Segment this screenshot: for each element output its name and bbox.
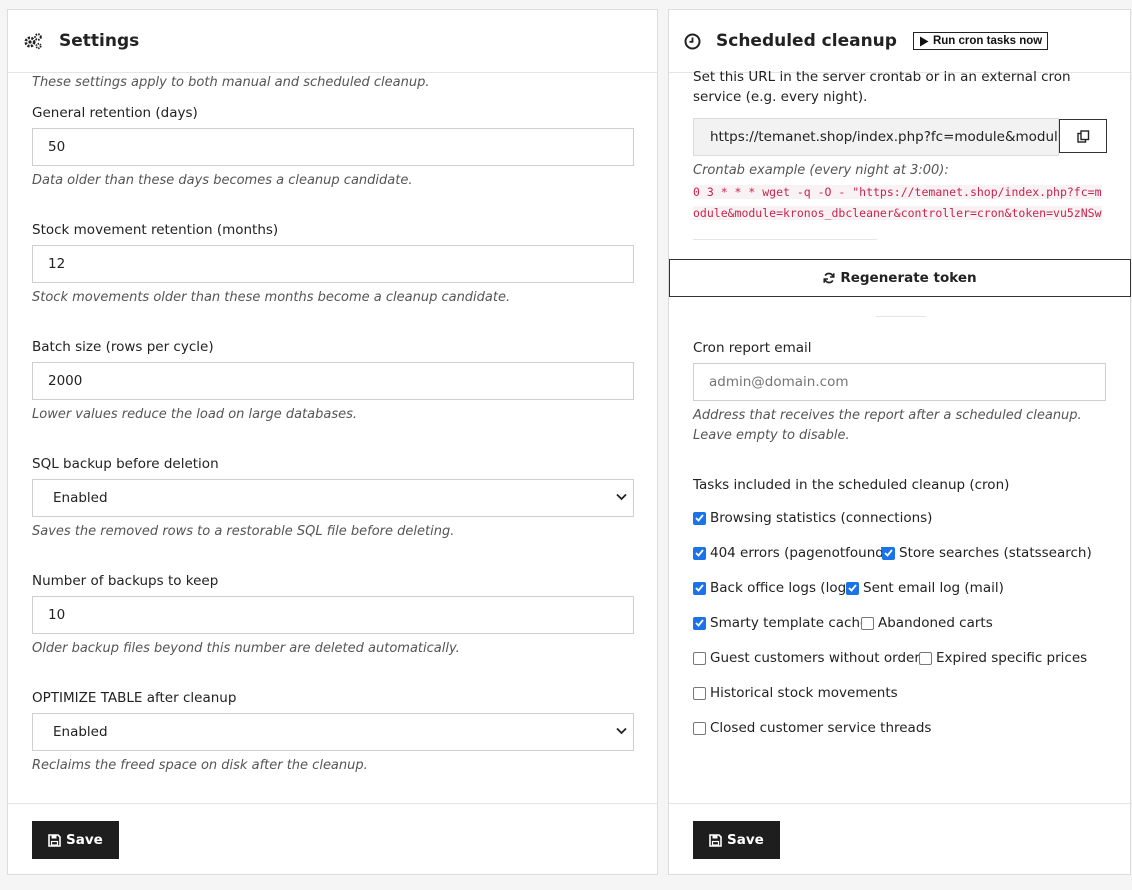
sql-backup-select[interactable]: Enabled — [32, 479, 634, 517]
clock-icon — [684, 33, 701, 50]
sql-backup-label: SQL backup before deletion — [32, 456, 219, 472]
checkbox-checked-icon[interactable] — [693, 511, 706, 525]
cron-title: Scheduled cleanup — [716, 31, 897, 51]
backups-keep-input[interactable]: 10 — [32, 596, 634, 634]
gears-icon — [23, 32, 43, 50]
stock-retention-label: Stock movement retention (months) — [32, 222, 279, 238]
settings-header: Settings — [8, 10, 657, 73]
checkbox-unchecked-icon[interactable] — [693, 721, 706, 735]
task-connections[interactable]: Browsing statistics (connections) — [693, 510, 932, 526]
checkbox-unchecked-icon[interactable] — [693, 651, 706, 665]
cron-header: Scheduled cleanup Run cron tasks now — [669, 10, 1130, 73]
checkbox-checked-icon[interactable] — [693, 616, 706, 630]
sql-backup-value: Enabled — [53, 490, 108, 506]
play-icon — [919, 36, 929, 46]
task-label: Expired specific prices — [936, 650, 1088, 666]
retention-days-input[interactable]: 50 — [32, 128, 634, 166]
floppy-icon — [709, 833, 722, 847]
checkbox-checked-icon[interactable] — [693, 581, 706, 595]
run-cron-button[interactable]: Run cron tasks now — [912, 32, 1049, 50]
floppy-icon — [48, 833, 61, 847]
task-pagenotfound[interactable]: 404 errors (pagenotfound) — [693, 545, 889, 561]
copy-url-button[interactable] — [1059, 119, 1107, 153]
regenerate-label: Regenerate token — [840, 270, 977, 286]
tasks-label: Tasks included in the scheduled cleanup … — [693, 477, 1010, 493]
task-mail[interactable]: Sent email log (mail) — [846, 580, 1004, 596]
chevron-down-icon — [616, 727, 627, 735]
optimize-label: OPTIMIZE TABLE after cleanup — [32, 690, 237, 706]
task-customer-threads[interactable]: Closed customer service threads — [693, 720, 931, 736]
task-label: Store searches (statssearch) — [899, 545, 1092, 561]
cron-email-input[interactable] — [693, 363, 1106, 401]
retention-days-label: General retention (days) — [32, 105, 198, 121]
run-cron-label: Run cron tasks now — [932, 35, 1043, 47]
optimize-value: Enabled — [53, 724, 108, 740]
save-cron-button[interactable]: Save — [693, 821, 780, 859]
crontab-code-text: 0 3 * * * wget -q -O - "https://temanet.… — [693, 185, 1102, 220]
settings-title: Settings — [59, 31, 140, 51]
settings-panel: Settings These settings apply to both ma… — [7, 9, 658, 875]
email-label: Cron report email — [693, 340, 812, 356]
chevron-down-icon — [616, 493, 627, 501]
task-label: Guest customers without orders — [710, 650, 927, 666]
settings-intro: These settings apply to both manual and … — [32, 75, 430, 90]
checkbox-unchecked-icon[interactable] — [919, 651, 932, 665]
crontab-label: Crontab example (every night at 3:00): — [693, 163, 949, 178]
task-expired-prices[interactable]: Expired specific prices — [919, 650, 1087, 666]
task-statssearch[interactable]: Store searches (statssearch) — [882, 545, 1092, 561]
sql-backup-help: Saves the removed rows to a restorable S… — [32, 524, 455, 539]
backups-keep-label: Number of backups to keep — [32, 573, 219, 589]
divider — [876, 316, 926, 317]
task-stock-movements[interactable]: Historical stock movements — [693, 685, 898, 701]
retention-days-help: Data older than these days becomes a cle… — [32, 173, 413, 188]
save-label: Save — [66, 832, 103, 848]
task-label: Closed customer service threads — [710, 720, 932, 736]
copy-icon — [1076, 129, 1089, 143]
checkbox-checked-icon[interactable] — [846, 581, 859, 595]
checkbox-unchecked-icon[interactable] — [693, 686, 706, 700]
optimize-select[interactable]: Enabled — [32, 713, 634, 751]
task-abandoned-carts[interactable]: Abandoned carts — [861, 615, 993, 631]
save-settings-button[interactable]: Save — [32, 821, 119, 859]
save-label: Save — [727, 832, 764, 848]
task-log[interactable]: Back office logs (log) — [693, 580, 851, 596]
optimize-help: Reclaims the freed space on disk after t… — [32, 758, 368, 773]
task-label: Historical stock movements — [710, 685, 898, 701]
batch-size-help: Lower values reduce the load on large da… — [32, 407, 358, 422]
stock-retention-input[interactable]: 12 — [32, 245, 634, 283]
email-help: Address that receives the report after a… — [693, 408, 1082, 443]
refresh-icon — [823, 272, 835, 284]
task-guest-customers[interactable]: Guest customers without orders — [693, 650, 927, 666]
checkbox-checked-icon[interactable] — [693, 546, 706, 560]
task-label: Back office logs (log) — [710, 580, 852, 596]
cron-url-field[interactable]: https://temanet.shop/index.php?fc=module… — [693, 118, 1059, 156]
cron-footer: Save — [669, 803, 1130, 874]
task-label: Abandoned carts — [878, 615, 993, 631]
checkbox-unchecked-icon[interactable] — [861, 616, 874, 630]
stock-retention-help: Stock movements older than these months … — [32, 290, 511, 305]
task-label: Smarty template cache — [710, 615, 869, 631]
backups-keep-help: Older backup files beyond this number ar… — [32, 641, 460, 656]
batch-size-label: Batch size (rows per cycle) — [32, 339, 214, 355]
crontab-code: 0 3 * * * wget -q -O - "https://temanet.… — [693, 182, 1105, 224]
task-label: 404 errors (pagenotfound) — [710, 545, 890, 561]
checkbox-checked-icon[interactable] — [882, 546, 895, 560]
settings-footer: Save — [8, 803, 657, 874]
cron-panel: Scheduled cleanup Run cron tasks now Set… — [668, 9, 1131, 875]
task-label: Sent email log (mail) — [863, 580, 1004, 596]
task-smarty-cache[interactable]: Smarty template cache — [693, 615, 868, 631]
batch-size-input[interactable]: 2000 — [32, 362, 634, 400]
cron-url-help: Set this URL in the server crontab or in… — [693, 69, 1071, 105]
divider — [693, 239, 877, 240]
task-label: Browsing statistics (connections) — [710, 510, 933, 526]
regenerate-token-button[interactable]: Regenerate token — [669, 259, 1131, 297]
